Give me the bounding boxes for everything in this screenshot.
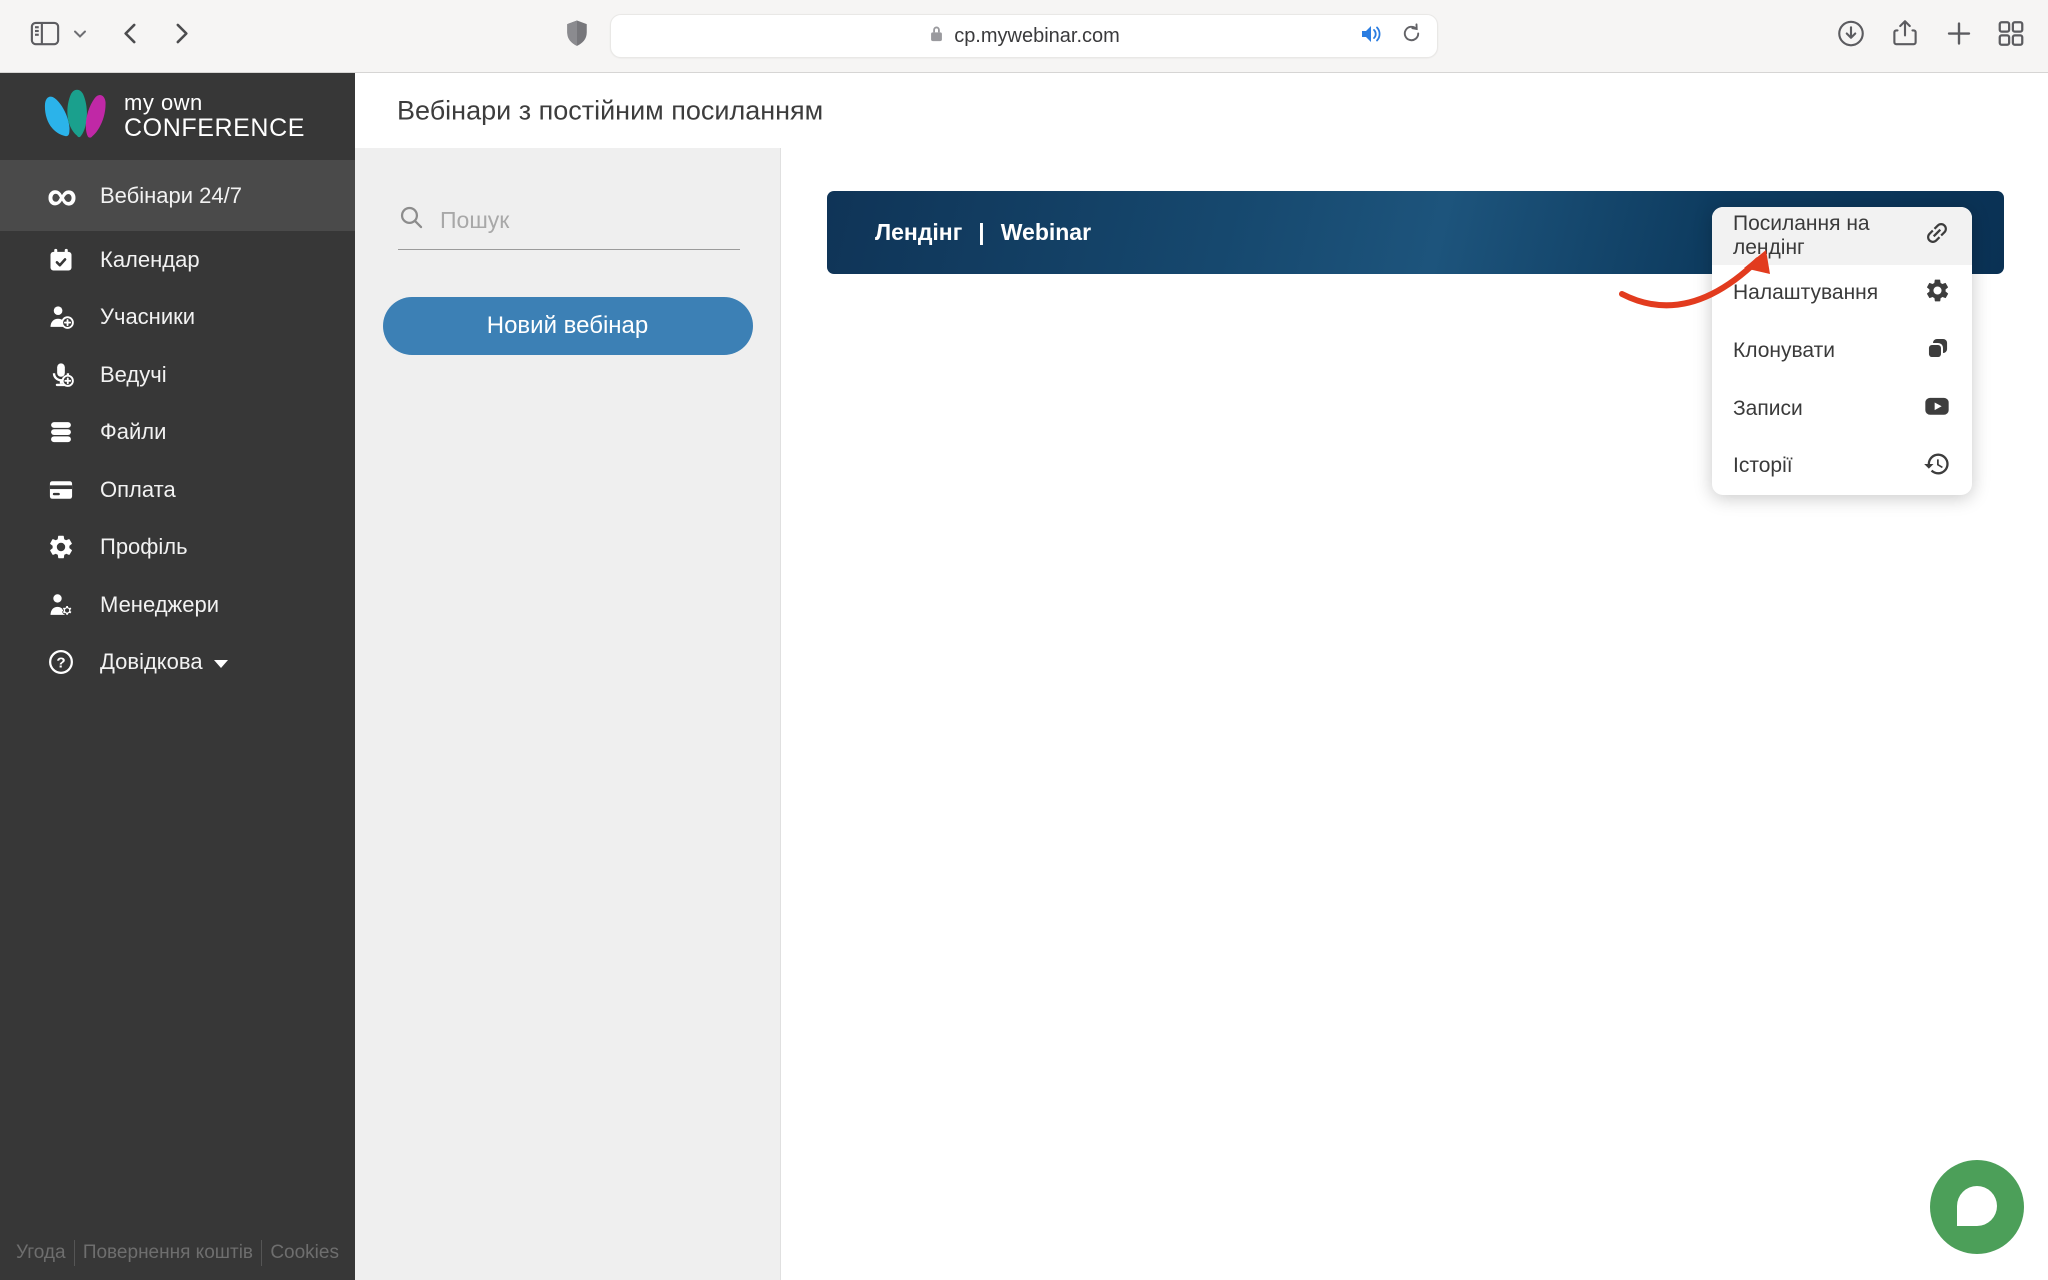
webinar-context-menu: Посилання на лендінг Налаштування Клонув… [1712, 207, 1972, 495]
privacy-shield-icon[interactable] [564, 19, 590, 54]
back-icon[interactable] [118, 19, 144, 54]
sidebar-item-files[interactable]: Файли [0, 404, 355, 462]
search-input[interactable] [440, 207, 700, 234]
brand-logo-icon [42, 86, 110, 147]
share-icon[interactable] [1890, 19, 1920, 54]
gear-icon [44, 533, 78, 561]
sidebar-item-presenters[interactable]: Ведучі [0, 346, 355, 404]
url-text: cp.mywebinar.com [954, 25, 1120, 48]
sidebar-item-participants[interactable]: Учасники [0, 289, 355, 347]
sidebar-item-webinars-24-7[interactable]: ∞ Вебінари 24/7 [0, 160, 355, 231]
footer-divider [261, 1240, 262, 1266]
menu-item-settings[interactable]: Налаштування [1712, 265, 1972, 323]
browser-toolbar: cp.mywebinar.com [0, 0, 2048, 73]
svg-text:?: ? [56, 655, 65, 672]
sidebar-item-payment[interactable]: Оплата [0, 461, 355, 519]
forward-icon[interactable] [168, 19, 194, 54]
participants-icon [44, 303, 78, 331]
footer-divider [74, 1240, 75, 1266]
presenters-icon [44, 361, 78, 389]
menu-item-recordings[interactable]: Записи [1712, 380, 1972, 438]
new-tab-icon[interactable] [1944, 19, 1974, 54]
brand-logo[interactable]: my own CONFERENCE [0, 73, 355, 157]
managers-icon [44, 591, 78, 619]
search-icon [398, 204, 425, 236]
new-webinar-button[interactable]: Новий вебінар [383, 297, 753, 355]
calendar-icon [44, 246, 78, 274]
content-header: Вебінари з постійним посиланням [355, 73, 2048, 148]
dropdown-caret-icon [214, 660, 228, 668]
sidebar-item-calendar[interactable]: Календар [0, 231, 355, 289]
webinar-banner-title: Лендінг [875, 219, 962, 246]
downloads-icon[interactable] [1836, 19, 1866, 54]
gear-icon [1924, 277, 1951, 309]
footer-link-agreement[interactable]: Угода [16, 1242, 66, 1264]
link-icon [1923, 219, 1951, 252]
main-content: Лендінг | Webinar Посилання на лендінг Н… [782, 148, 2048, 1280]
chat-widget-button[interactable] [1930, 1160, 2024, 1254]
footer-link-refund[interactable]: Повернення коштів [83, 1242, 253, 1264]
chevron-down-icon[interactable] [72, 26, 88, 47]
footer-link-cookies[interactable]: Cookies [270, 1242, 339, 1264]
webinar-list-panel: Новий вебінар [355, 148, 781, 1280]
sidebar-item-help[interactable]: ? Довідкова [0, 634, 355, 692]
sidebar-toggle-icon[interactable] [30, 19, 60, 54]
sidebar-item-managers[interactable]: Менеджери [0, 576, 355, 634]
history-icon [1923, 450, 1951, 483]
lock-icon [928, 24, 945, 49]
recordings-icon [1923, 392, 1951, 425]
help-icon: ? [44, 648, 78, 676]
app-window: cp.mywebinar.com [0, 0, 2048, 1280]
webinar-banner-subtitle: Webinar [1001, 219, 1091, 246]
brand-logo-text: my own CONFERENCE [124, 92, 305, 141]
menu-item-clone[interactable]: Клонувати [1712, 322, 1972, 380]
sidebar-item-profile[interactable]: Профіль [0, 519, 355, 577]
sidebar-footer: Угода Повернення коштів Cookies [0, 1240, 355, 1266]
tab-overview-icon[interactable] [1996, 19, 2026, 54]
clone-icon [1924, 335, 1951, 367]
address-bar[interactable]: cp.mywebinar.com [610, 14, 1438, 58]
menu-item-landing-link[interactable]: Посилання на лендінг [1712, 207, 1972, 265]
payment-icon [44, 476, 78, 504]
audio-playing-icon[interactable] [1360, 23, 1384, 50]
webinar-banner-separator: | [978, 219, 984, 246]
page-title: Вебінари з постійним посиланням [397, 95, 823, 126]
reload-icon[interactable] [1400, 22, 1423, 50]
chat-bubble-icon [1957, 1186, 1997, 1226]
files-icon [44, 418, 78, 446]
search-field[interactable] [398, 204, 740, 250]
sidebar-nav: ∞ Вебінари 24/7 Календар [0, 160, 355, 691]
sidebar: my own CONFERENCE ∞ Вебінари 24/7 Кал [0, 73, 355, 1280]
menu-item-history[interactable]: Історії [1712, 437, 1972, 495]
